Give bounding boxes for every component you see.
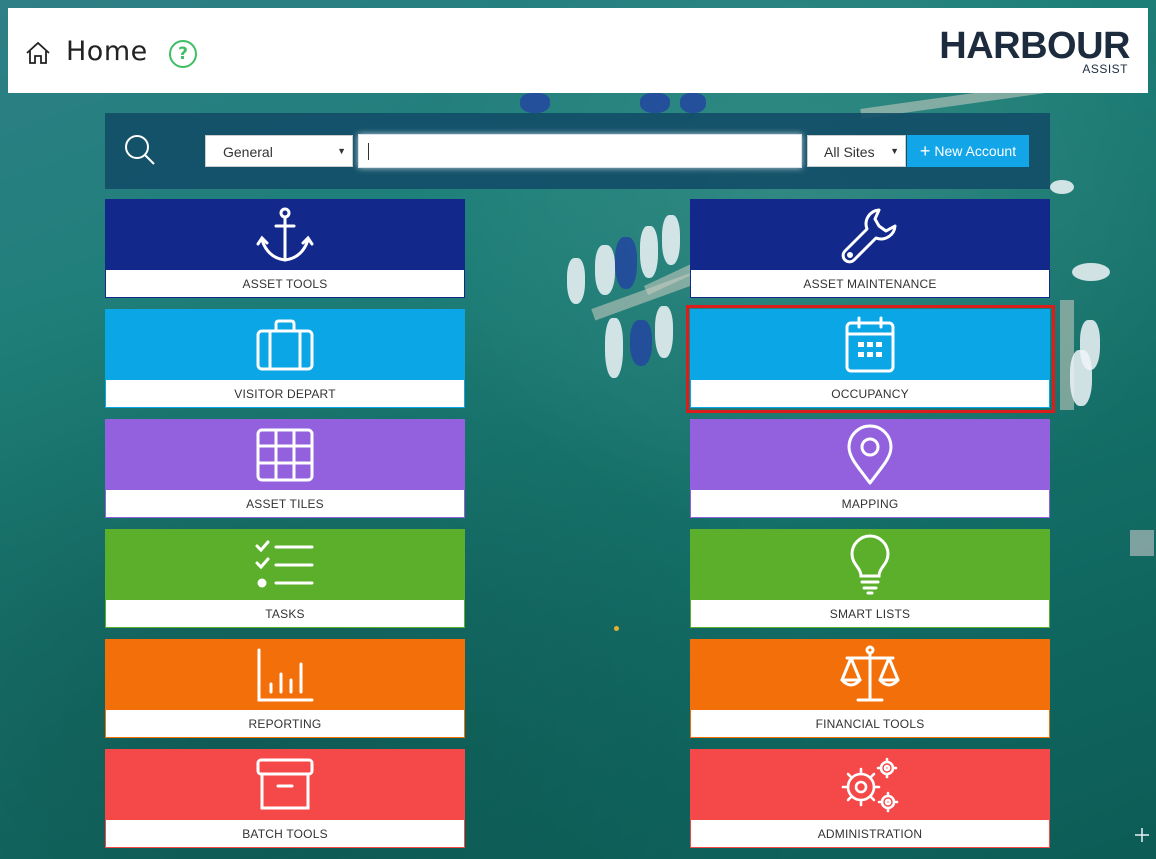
- tile-smart-lists[interactable]: SMART LISTS: [690, 529, 1050, 629]
- calendar-icon: [845, 316, 895, 372]
- tile-asset-tiles[interactable]: ASSET TILES: [105, 419, 465, 519]
- wrench-icon: [841, 208, 897, 263]
- search-input[interactable]: [358, 134, 802, 168]
- tile-label: MAPPING: [690, 490, 1050, 518]
- new-account-label: New Account: [934, 143, 1017, 159]
- tile-label: TASKS: [105, 600, 465, 628]
- tile-asset-maintenance[interactable]: ASSET MAINTENANCE: [690, 199, 1050, 299]
- tile-smart-lists-banner: [690, 529, 1050, 600]
- page-title: Home: [66, 36, 148, 67]
- map-pin-icon: [847, 424, 893, 484]
- site-select[interactable]: All Sites ▼: [807, 135, 906, 167]
- tile-tasks-banner: [105, 529, 465, 600]
- tile-label: ASSET MAINTENANCE: [690, 270, 1050, 298]
- category-select[interactable]: General ▼: [205, 135, 353, 167]
- tile-asset-tools-banner: [105, 199, 465, 270]
- tile-reporting[interactable]: REPORTING: [105, 639, 465, 739]
- bar-chart-icon: [257, 648, 314, 701]
- plus-icon: +: [919, 141, 931, 161]
- tile-label: ADMINISTRATION: [690, 820, 1050, 848]
- tile-asset-tools[interactable]: ASSET TOOLS: [105, 199, 465, 299]
- tile-reporting-banner: [105, 639, 465, 710]
- tile-financial-tools-banner: [690, 639, 1050, 710]
- tile-occupancy-banner: [690, 309, 1050, 380]
- tile-administration[interactable]: ADMINISTRATION: [690, 749, 1050, 849]
- help-icon[interactable]: ?: [169, 40, 197, 68]
- tile-batch-tools[interactable]: BATCH TOOLS: [105, 749, 465, 849]
- logo-sub-text: ASSIST: [1082, 62, 1128, 76]
- tile-mapping[interactable]: MAPPING: [690, 419, 1050, 519]
- category-select-value: General: [223, 144, 273, 160]
- tile-label: ASSET TILES: [105, 490, 465, 518]
- search-bar: General ▼ All Sites ▼ + New Account: [105, 113, 1050, 189]
- chevron-down-icon: ▼: [337, 146, 346, 156]
- help-symbol: ?: [178, 44, 188, 64]
- tile-label: OCCUPANCY: [690, 380, 1050, 408]
- tile-visitor-depart[interactable]: VISITOR DEPART: [105, 309, 465, 409]
- archive-box-icon: [256, 758, 314, 809]
- tile-batch-tools-banner: [105, 749, 465, 820]
- tile-label: ASSET TOOLS: [105, 270, 465, 298]
- grid-icon: [256, 428, 314, 481]
- scales-icon: [840, 645, 900, 701]
- logo-main-text: HARBOUR: [939, 25, 1130, 67]
- tile-label: FINANCIAL TOOLS: [690, 710, 1050, 738]
- tile-label: REPORTING: [105, 710, 465, 738]
- text-cursor: [368, 143, 369, 160]
- tile-mapping-banner: [690, 419, 1050, 490]
- search-icon[interactable]: [123, 133, 157, 167]
- lightbulb-icon: [850, 534, 890, 594]
- harbour-assist-logo: HARBOUR ASSIST: [939, 26, 1130, 78]
- tile-asset-tiles-banner: [105, 419, 465, 490]
- home-icon[interactable]: [25, 41, 51, 65]
- anchor-icon: [256, 207, 314, 262]
- tile-financial-tools[interactable]: FINANCIAL TOOLS: [690, 639, 1050, 739]
- tile-label: VISITOR DEPART: [105, 380, 465, 408]
- tile-asset-maintenance-banner: [690, 199, 1050, 270]
- checklist-icon: [255, 540, 314, 587]
- tile-occupancy[interactable]: OCCUPANCY: [690, 309, 1050, 409]
- chevron-down-icon: ▼: [890, 146, 899, 156]
- tile-tasks[interactable]: TASKS: [105, 529, 465, 629]
- gears-icon: [841, 757, 899, 812]
- tile-label: SMART LISTS: [690, 600, 1050, 628]
- site-select-value: All Sites: [824, 144, 875, 160]
- tile-administration-banner: [690, 749, 1050, 820]
- tile-label: BATCH TOOLS: [105, 820, 465, 848]
- tile-visitor-depart-banner: [105, 309, 465, 380]
- new-account-button[interactable]: + New Account: [907, 135, 1029, 167]
- top-header: Home ? HARBOUR ASSIST: [8, 8, 1148, 93]
- compass-icon: [1135, 828, 1149, 842]
- suitcase-icon: [256, 319, 314, 370]
